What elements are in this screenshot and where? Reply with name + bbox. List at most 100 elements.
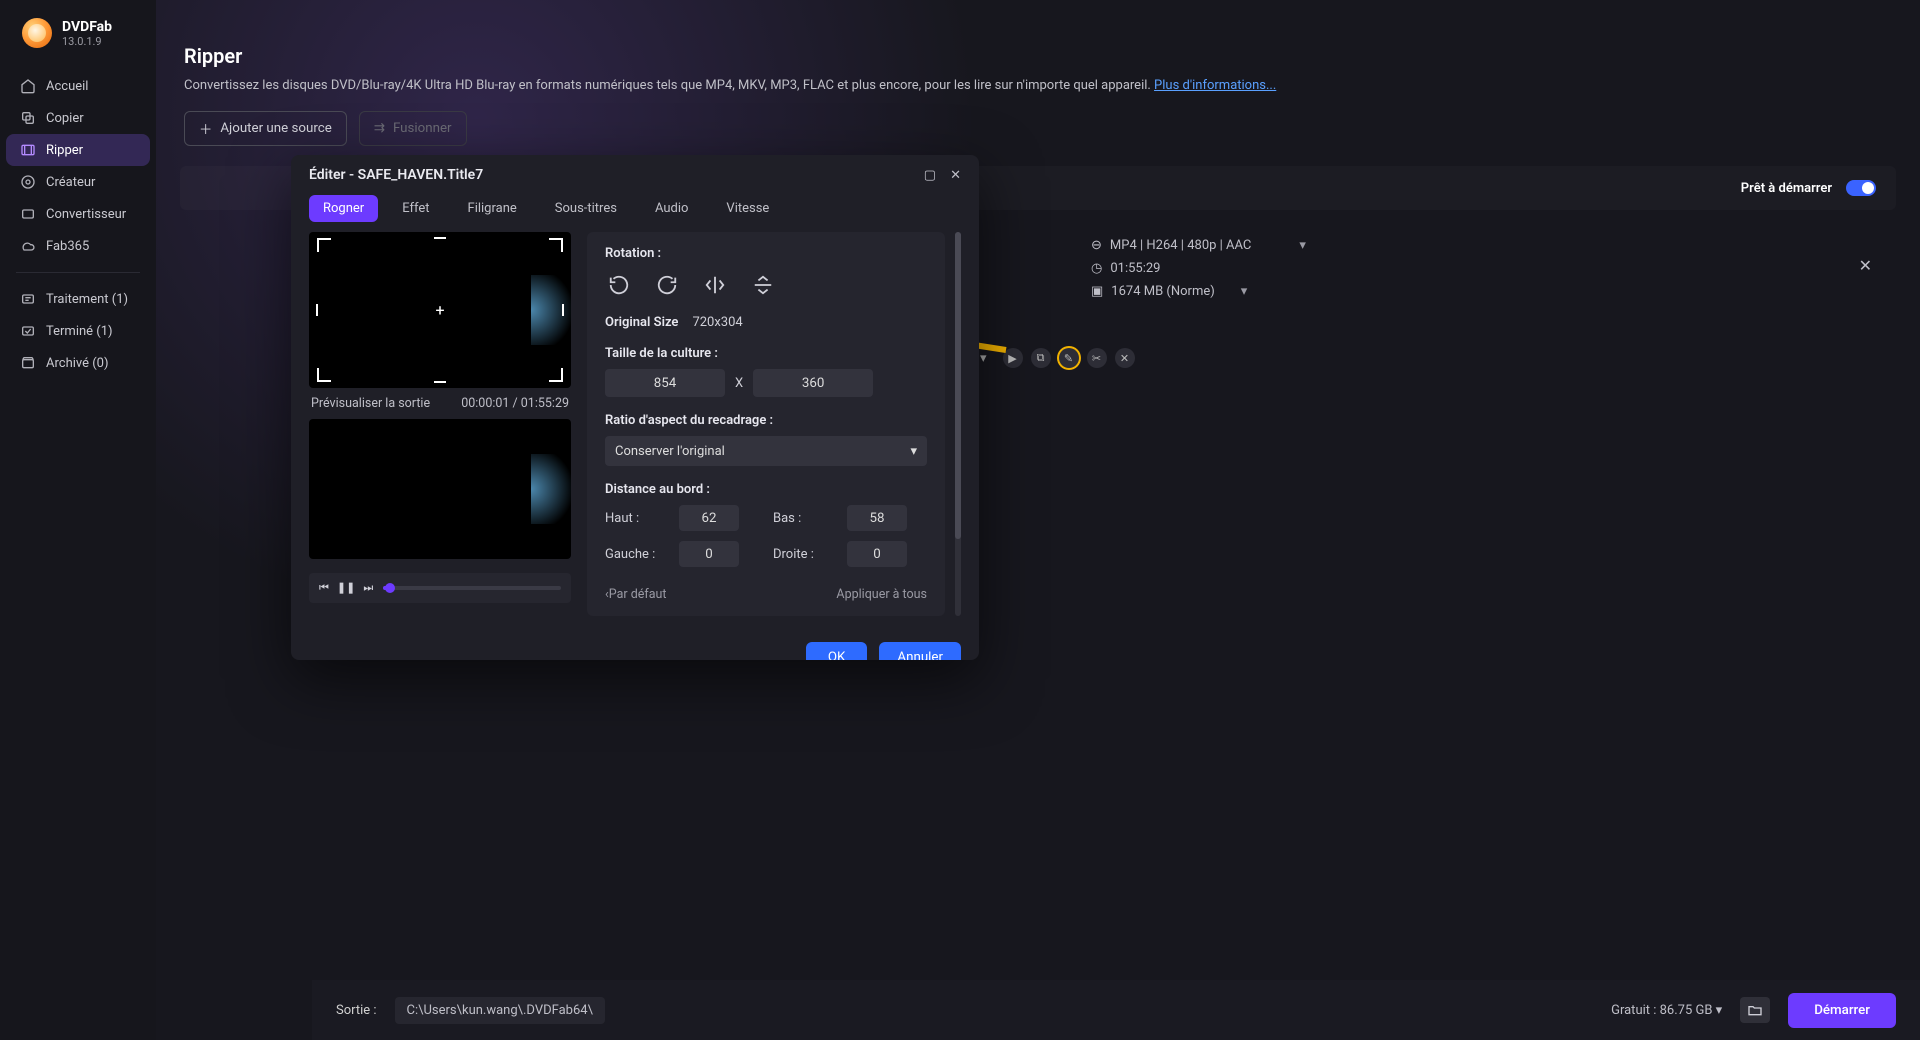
seek-slider[interactable] [383, 586, 561, 590]
nav-item-termine[interactable]: Terminé (1) [6, 315, 150, 347]
processing-icon [20, 291, 36, 307]
chevron-down-icon: ▾ [910, 444, 917, 459]
ready-toggle[interactable] [1846, 180, 1876, 196]
app-name: DVDFab [62, 19, 112, 35]
queue-duration: 01:55:29 [1110, 261, 1160, 276]
nav-label: Convertisseur [46, 207, 126, 222]
format-icon: ⊖ [1091, 238, 1102, 253]
cancel-button[interactable]: Annuler [879, 642, 961, 660]
next-frame-icon[interactable]: ⏭ [363, 581, 373, 595]
chevron-down-icon[interactable]: ▾ [1241, 284, 1248, 299]
ripper-icon [20, 142, 36, 158]
page-title: Ripper [184, 44, 1892, 68]
nav-label: Créateur [46, 175, 95, 190]
edge-gauche-input[interactable] [679, 541, 739, 567]
nav-label: Accueil [46, 79, 88, 94]
footer: Sortie : C:\Users\kun.wang\.DVDFab64\ Gr… [312, 980, 1920, 1040]
transport-controls: ⏮ ❚❚ ⏭ [309, 573, 571, 603]
modal-title: Éditer - SAFE_HAVEN.Title7 [309, 167, 483, 183]
crop-width-input[interactable] [605, 369, 725, 397]
crop-frame[interactable]: + [317, 238, 563, 382]
default-link[interactable]: ‹Par défaut [605, 587, 667, 602]
nav-item-convertisseur[interactable]: Convertisseur [6, 198, 150, 230]
clock-icon: ◷ [1091, 261, 1102, 276]
merge-icon: ⇉ [374, 121, 385, 136]
plus-icon: ＋ [199, 119, 212, 138]
rotate-ccw-icon[interactable] [605, 271, 633, 299]
rotation-label: Rotation : [605, 246, 927, 261]
tab-audio[interactable]: Audio [641, 195, 702, 222]
ok-button[interactable]: OK [806, 642, 868, 660]
nav-item-traitement[interactable]: Traitement (1) [6, 283, 150, 315]
free-space[interactable]: Gratuit : 86.75 GB ▾ [1611, 1003, 1722, 1018]
queue-detail: ⊖ MP4 | H264 | 480p | AAC ▾ ◷ 01:55:29 ▣ 167… [1091, 238, 1306, 299]
main-area: Ripper Convertissez les disques DVD/Blu-… [156, 0, 1920, 1040]
sidebar: DVDFab 13.0.1.9 Accueil Copier Ripper Cr… [0, 0, 156, 1040]
nav-label: Traitement (1) [46, 292, 128, 307]
cut-icon[interactable]: ✂ [1087, 348, 1107, 368]
preview-output [309, 419, 571, 559]
convert-icon [20, 206, 36, 222]
tab-vitesse[interactable]: Vitesse [712, 195, 783, 222]
more-info-link[interactable]: Plus d'informations... [1154, 78, 1276, 93]
ratio-select[interactable]: Conserver l'original ▾ [605, 436, 927, 466]
flip-v-icon[interactable] [749, 271, 777, 299]
cloud-icon [20, 238, 36, 254]
settings-icon[interactable]: ⧉ [1031, 348, 1051, 368]
nav-item-accueil[interactable]: Accueil [6, 70, 150, 102]
queue-size: 1674 MB (Norme) [1111, 284, 1215, 299]
modal-close-icon[interactable]: ✕ [950, 168, 961, 183]
preview-timecode: 00:00:01 / 01:55:29 [461, 396, 569, 411]
page-subtitle: Convertissez les disques DVD/Blu-ray/4K … [184, 78, 1892, 93]
disk-icon: ▣ [1091, 284, 1103, 299]
app-logo: DVDFab 13.0.1.9 [0, 0, 156, 70]
apply-all-link[interactable]: Appliquer à tous [836, 587, 927, 602]
pause-icon[interactable]: ❚❚ [337, 581, 355, 595]
nav-item-fab365[interactable]: Fab365 [6, 230, 150, 262]
edge-gauche-label: Gauche : [605, 547, 665, 562]
tab-sous-titres[interactable]: Sous-titres [541, 195, 631, 222]
chevron-down-icon[interactable]: ▾ [1299, 238, 1306, 253]
nav-item-copier[interactable]: Copier [6, 102, 150, 134]
modal-maximize-icon[interactable]: ▢ [924, 168, 936, 183]
queue-close-icon[interactable]: ✕ [1859, 256, 1872, 275]
edge-bas-label: Bas : [773, 511, 833, 526]
original-size-label: Original Size [605, 315, 678, 330]
nav-item-createur[interactable]: Créateur [6, 166, 150, 198]
copy-icon [20, 110, 36, 126]
nav-item-ripper[interactable]: Ripper [6, 134, 150, 166]
preview-source[interactable]: + [309, 232, 571, 388]
tab-effet[interactable]: Effet [388, 195, 443, 222]
nav-item-archive[interactable]: Archivé (0) [6, 347, 150, 379]
crop-center-icon: + [435, 301, 444, 320]
creator-icon [20, 174, 36, 190]
output-path[interactable]: C:\Users\kun.wang\.DVDFab64\ [395, 997, 605, 1024]
ratio-label: Ratio d'aspect du recadrage : [605, 413, 927, 428]
start-button[interactable]: Démarrer [1788, 993, 1896, 1028]
crop-size-label: Taille de la culture : [605, 346, 927, 361]
done-icon [20, 323, 36, 339]
merge-button[interactable]: ⇉ Fusionner [359, 111, 467, 146]
open-folder-icon[interactable] [1740, 997, 1770, 1023]
app-version: 13.0.1.9 [62, 35, 112, 48]
delete-icon[interactable]: ✕ [1115, 348, 1135, 368]
nav-label: Copier [46, 111, 84, 126]
preview-label: Prévisualiser la sortie [311, 396, 430, 411]
tab-filigrane[interactable]: Filigrane [454, 195, 531, 222]
queue-format: MP4 | H264 | 480p | AAC [1110, 238, 1252, 253]
add-source-button[interactable]: ＋ Ajouter une source [184, 111, 347, 146]
prev-frame-icon[interactable]: ⏮ [319, 581, 329, 595]
tab-rogner[interactable]: Rogner [309, 195, 378, 222]
modal-tabs: Rogner Effet Filigrane Sous-titres Audio… [291, 195, 979, 232]
crop-height-input[interactable] [753, 369, 873, 397]
flip-h-icon[interactable] [701, 271, 729, 299]
home-icon [20, 78, 36, 94]
archive-icon [20, 355, 36, 371]
edit-icon[interactable]: ✎ [1059, 348, 1079, 368]
rotate-cw-icon[interactable] [653, 271, 681, 299]
edge-haut-input[interactable] [679, 505, 739, 531]
edge-bas-input[interactable] [847, 505, 907, 531]
edge-droite-input[interactable] [847, 541, 907, 567]
original-size-value: 720x304 [692, 315, 742, 330]
settings-scrollbar[interactable] [955, 232, 961, 616]
